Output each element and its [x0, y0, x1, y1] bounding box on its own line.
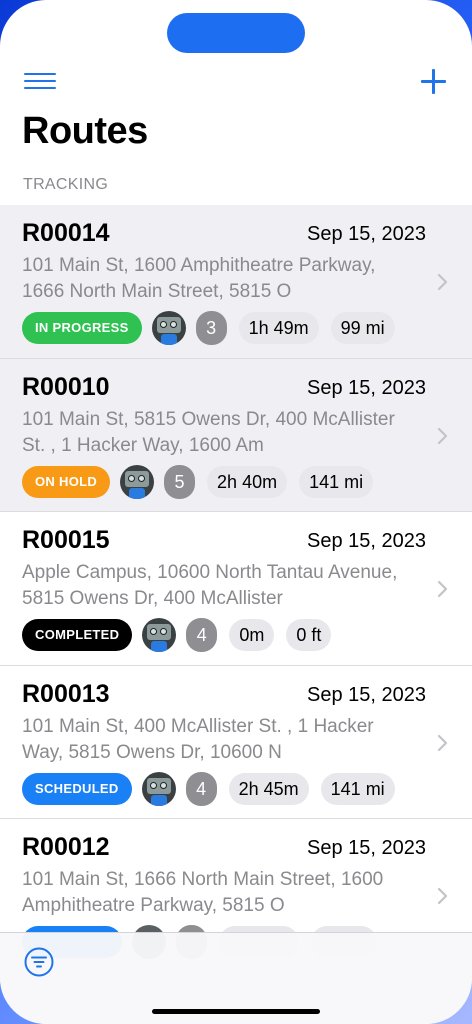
page-title: Routes: [22, 110, 148, 152]
app-screen: Routes TRACKING R00014 Sep 15, 2023 101 …: [0, 0, 472, 1024]
driver-avatar: [141, 771, 176, 806]
route-badges: IN PROGRESS 3 1h 49m 99 mi: [22, 311, 407, 345]
route-date: Sep 15, 2023: [307, 376, 426, 399]
hamburger-menu-icon[interactable]: [24, 73, 56, 95]
chevron-right-icon: [437, 273, 448, 291]
chevron-right-icon: [437, 734, 448, 751]
route-list: R00014 Sep 15, 2023 101 Main St, 1600 Am…: [0, 205, 472, 973]
driver-avatar: [120, 464, 155, 499]
chevron-right-icon: [437, 580, 448, 598]
route-row[interactable]: R00015 Sep 15, 2023 Apple Campus, 10600 …: [0, 512, 472, 666]
navigation-bar: [0, 64, 472, 104]
duration-pill: 2h 40m: [207, 465, 288, 498]
route-date: Sep 15, 2023: [307, 530, 426, 552]
route-address: 101 Main St, 5815 Owens Dr, 400 McAllist…: [22, 408, 395, 456]
chevron-right-icon: [437, 887, 448, 905]
route-address: 101 Main St, 1600 Amphitheatre Parkway, …: [22, 255, 376, 302]
route-date: Sep 15, 2023: [307, 683, 426, 706]
distance-pill: 141 mi: [320, 772, 395, 805]
plus-icon[interactable]: [420, 68, 448, 96]
driver-avatar: [142, 618, 177, 652]
route-id: R00015: [22, 526, 110, 554]
chevron-right-icon: [437, 427, 448, 444]
distance-pill: 0 ft: [286, 619, 332, 651]
duration-pill: 2h 45m: [228, 772, 309, 805]
route-address: 101 Main St, 1666 North Main Street, 160…: [22, 869, 384, 916]
route-date: Sep 15, 2023: [307, 837, 426, 859]
status-badge: IN PROGRESS: [22, 312, 142, 344]
route-row[interactable]: R00013 Sep 15, 2023 101 Main St, 400 McA…: [0, 666, 472, 819]
stops-count-badge: 4: [186, 618, 218, 652]
stops-count-badge: 5: [164, 464, 196, 499]
duration-pill: 1h 49m: [238, 312, 319, 344]
route-id: R00010: [22, 372, 110, 401]
route-badges: ON HOLD 5 2h 40m 141 mi: [22, 464, 385, 499]
route-address: 101 Main St, 400 McAllister St. , 1 Hack…: [22, 715, 374, 763]
filter-icon[interactable]: [24, 947, 54, 977]
status-badge: COMPLETED: [22, 619, 133, 651]
route-address: Apple Campus, 10600 North Tantau Avenue,…: [22, 562, 398, 609]
route-badges: SCHEDULED 4 2h 45m 141 mi: [22, 771, 407, 806]
stops-count-badge: 4: [185, 771, 217, 806]
route-row[interactable]: R00010 Sep 15, 2023 101 Main St, 5815 Ow…: [0, 358, 472, 512]
route-id: R00012: [22, 833, 110, 861]
distance-pill: 99 mi: [330, 312, 395, 344]
status-badge: ON HOLD: [22, 465, 111, 498]
dynamic-island: [167, 13, 305, 53]
driver-avatar: [151, 311, 186, 345]
distance-pill: 141 mi: [299, 465, 374, 498]
route-id: R00014: [22, 219, 110, 247]
home-indicator: [152, 1009, 320, 1014]
duration-pill: 0m: [229, 619, 275, 651]
route-date: Sep 15, 2023: [307, 223, 426, 245]
route-row[interactable]: R00014 Sep 15, 2023 101 Main St, 1600 Am…: [0, 205, 472, 359]
route-id: R00013: [22, 679, 110, 708]
status-badge: SCHEDULED: [22, 772, 132, 805]
stops-count-badge: 3: [195, 311, 227, 345]
section-header-tracking: TRACKING: [23, 176, 109, 193]
route-badges: COMPLETED 4 0m 0 ft: [22, 618, 343, 652]
